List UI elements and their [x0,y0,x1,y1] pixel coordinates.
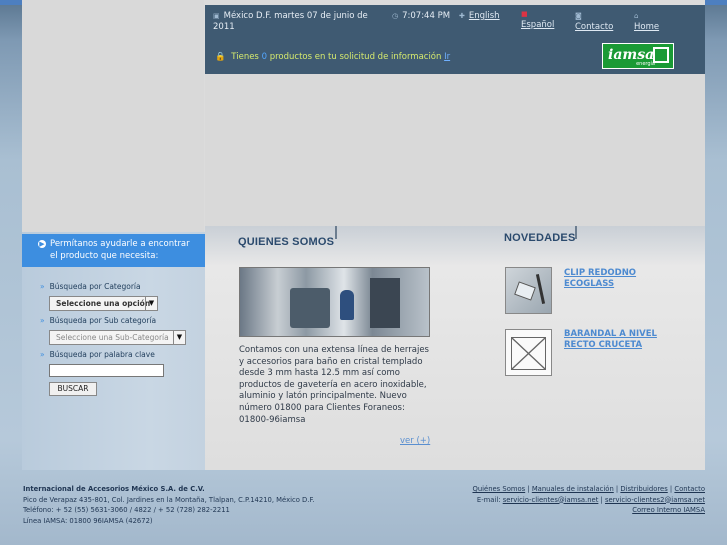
help-banner: ▶ Permítanos ayudarle a encontrar el pro… [22,234,205,267]
category-select[interactable]: Seleccione una opción ▼ [49,296,158,311]
uk-flag-icon: ✚ [459,12,465,20]
chat-icon: ◙ [575,12,582,20]
chevron-right-icon: » [40,282,45,291]
category-search-label: » Búsqueda por Categoría [40,282,141,291]
search-button[interactable]: BUSCAR [49,382,97,396]
more-link[interactable]: ver (+) [400,436,430,446]
cart-status: 🔒 Tienes 0 productos en tu solicitud de … [215,52,451,62]
product-thumbnail[interactable] [505,329,552,376]
arrow-right-icon: ▶ [38,240,46,248]
about-title: QUIENES SOMOS [238,236,335,248]
factory-photo [239,267,430,337]
clock-icon: ◷ [392,12,399,20]
subcategory-search-label: » Búsqueda por Sub categoría [40,316,157,325]
divider [575,226,577,239]
footer-email-1[interactable]: servicio-clientes@iamsa.net [503,496,599,504]
lang-english-link[interactable]: ✚ English [459,11,500,22]
cart-go-link[interactable]: Ir [444,52,450,62]
product-thumbnail[interactable] [505,267,552,314]
home-link[interactable]: ⌂ Home [634,11,659,33]
keyword-input[interactable] [49,364,164,377]
footer-link-manuals[interactable]: Manuales de instalación [532,485,614,493]
lang-spanish-link[interactable]: ■ Español [521,9,554,31]
footer-link-about[interactable]: Quiénes Somos [472,485,525,493]
news-title: NOVEDADES [504,232,576,244]
help-text: Permítanos ayudarle a encontrar el produ… [50,239,190,261]
chevron-down-icon: ▼ [145,297,157,310]
about-text: Contamos con una extensa línea de herraj… [239,345,429,425]
footer-links: Quiénes Somos | Manuales de instalación … [472,485,705,514]
divider [335,226,337,239]
chevron-right-icon: » [40,316,45,325]
time-display: ◷ 7:07:44 PM [392,11,451,21]
footer-company-info: Internacional de Accesorios México S.A. … [23,485,315,525]
footer-email-2[interactable]: servicio-clientes2@iamsa.net [605,496,705,504]
product-link[interactable]: CLIP REDODNO ECOGLASS [564,268,664,290]
chevron-right-icon: » [40,350,45,359]
contact-link[interactable]: ◙ Contacto [575,11,613,33]
iamsa-logo[interactable]: iamsa energía [602,43,674,69]
home-icon: ⌂ [634,12,639,20]
banner-area [205,74,705,226]
footer-internal-mail[interactable]: Correo Interno IAMSA [632,506,705,514]
product-link[interactable]: BARANDAL A NIVEL RECTO CRUCETA [564,329,664,351]
footer-link-distributors[interactable]: Distribuidores [620,485,667,493]
top-header-bar: ▣ México D.F. martes 07 de junio de 2011 … [205,5,705,74]
date-display: ▣ México D.F. martes 07 de junio de 2011 [213,11,368,32]
lock-icon: 🔒 [215,52,226,62]
calendar-icon: ▣ [213,12,220,20]
keyword-search-label: » Búsqueda por palabra clave [40,350,155,359]
subcategory-select[interactable]: Seleccione una Sub-Categoría ▼ [49,330,186,345]
footer-link-contact[interactable]: Contacto [674,485,705,493]
mexico-flag-icon: ■ [521,10,528,18]
left-top-panel [22,0,204,232]
chevron-down-icon: ▼ [173,331,185,344]
